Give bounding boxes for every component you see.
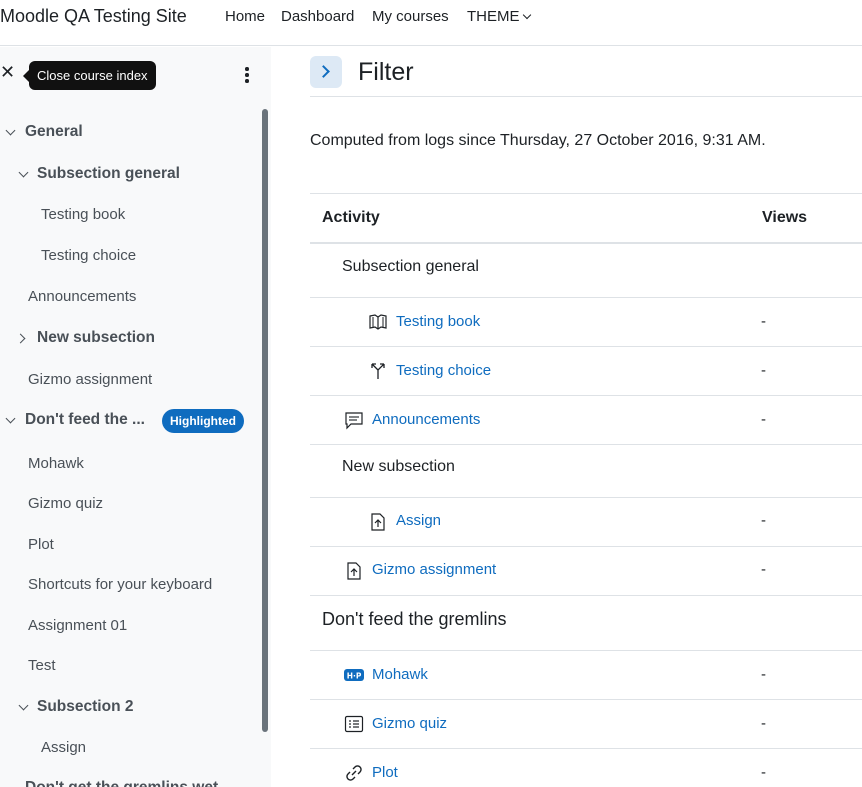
- navbar: Moodle QA Testing Site Home Dashboard My…: [0, 0, 862, 46]
- table-row-section: Don't feed the gremlins: [322, 609, 507, 629]
- course-index-subsection-general[interactable]: Subsection general: [37, 165, 180, 183]
- chevron-down-icon[interactable]: [5, 125, 16, 136]
- course-index-item-gizmo-quiz[interactable]: Gizmo quiz: [28, 495, 103, 512]
- views-count: -: [761, 362, 766, 379]
- activity-link-announcements[interactable]: Announcements: [372, 411, 480, 428]
- computed-from-logs-text: Computed from logs since Thursday, 27 Oc…: [310, 132, 766, 149]
- course-index-item-assign[interactable]: Assign: [41, 739, 86, 756]
- divider: [310, 297, 862, 298]
- divider: [310, 650, 862, 651]
- views-count: -: [761, 512, 766, 529]
- page-title: Filter: [358, 58, 414, 86]
- divider: [310, 444, 862, 445]
- course-index-item-gizmo-assignment[interactable]: Gizmo assignment: [28, 371, 152, 388]
- course-index-item-plot[interactable]: Plot: [28, 536, 54, 553]
- link-icon: [346, 765, 362, 781]
- assign-icon: [371, 513, 385, 531]
- divider: [310, 748, 862, 749]
- views-count: -: [761, 411, 766, 428]
- views-count: -: [761, 715, 766, 732]
- activity-link-gizmo-quiz[interactable]: Gizmo quiz: [372, 715, 447, 732]
- views-count: -: [761, 313, 766, 330]
- site-name[interactable]: Moodle QA Testing Site: [0, 6, 187, 27]
- chevron-right-icon[interactable]: [15, 333, 26, 344]
- kebab-menu-icon[interactable]: [240, 67, 254, 87]
- divider: [310, 497, 862, 498]
- chevron-down-icon[interactable]: [18, 167, 29, 178]
- chevron-right-icon: [317, 65, 330, 78]
- views-count: -: [761, 764, 766, 781]
- divider: [310, 96, 862, 97]
- course-index-item-test[interactable]: Test: [28, 657, 56, 674]
- course-index-item-mohawk[interactable]: Mohawk: [28, 455, 84, 472]
- divider: [310, 395, 862, 396]
- column-header-activity[interactable]: Activity: [322, 209, 380, 227]
- divider: [310, 546, 862, 547]
- activity-link-mohawk[interactable]: Mohawk: [372, 666, 428, 683]
- course-index-section-general[interactable]: General: [25, 123, 83, 141]
- divider: [310, 699, 862, 700]
- column-header-views[interactable]: Views: [762, 209, 807, 227]
- course-index-drawer: ✕ Close course index General Subsection …: [0, 47, 271, 787]
- scrollbar[interactable]: [262, 109, 268, 732]
- h5p-icon: H·P: [344, 669, 364, 681]
- table-row-subsection: New subsection: [342, 458, 455, 475]
- filter-toggle-button[interactable]: [310, 56, 342, 88]
- chevron-down-icon: [522, 10, 531, 20]
- views-count: -: [761, 666, 766, 683]
- svg-text:H·P: H·P: [347, 672, 362, 681]
- activity-link-testing-choice[interactable]: Testing choice: [396, 362, 491, 379]
- activity-link-assign[interactable]: Assign: [396, 512, 441, 529]
- course-index-item-testing-choice[interactable]: Testing choice: [41, 247, 136, 264]
- forum-icon: [345, 412, 363, 430]
- divider: [310, 242, 862, 244]
- nav-theme-label: THEME: [467, 8, 520, 25]
- course-index-subsection-new[interactable]: New subsection: [37, 329, 155, 347]
- nav-dashboard[interactable]: Dashboard: [281, 8, 354, 25]
- choice-icon: [371, 363, 385, 379]
- course-index-item-shortcuts[interactable]: Shortcuts for your keyboard: [28, 576, 212, 593]
- book-icon: [369, 314, 387, 330]
- table-row-subsection: Subsection general: [342, 258, 479, 275]
- activity-link-gizmo-assignment[interactable]: Gizmo assignment: [372, 561, 496, 578]
- close-icon[interactable]: ✕: [0, 63, 15, 81]
- divider: [310, 193, 862, 194]
- quiz-icon: [344, 715, 364, 733]
- nav-my-courses[interactable]: My courses: [372, 8, 449, 25]
- activity-link-testing-book[interactable]: Testing book: [396, 313, 480, 330]
- chevron-down-icon[interactable]: [5, 413, 16, 424]
- nav-home[interactable]: Home: [225, 8, 265, 25]
- divider: [310, 346, 862, 347]
- views-count: -: [761, 561, 766, 578]
- course-index-section-dont-feed[interactable]: Don't feed the ...: [25, 411, 145, 429]
- course-index-item-testing-book[interactable]: Testing book: [41, 206, 125, 223]
- course-index-subsection-2[interactable]: Subsection 2: [37, 698, 133, 716]
- assign-icon: [347, 562, 361, 580]
- course-index-section-dont-get-wet[interactable]: Don't get the gremlins wet: [25, 779, 218, 787]
- close-course-index-tooltip: Close course index: [23, 61, 156, 90]
- course-index-item-assignment-01[interactable]: Assignment 01: [28, 617, 127, 634]
- activity-link-plot[interactable]: Plot: [372, 764, 398, 781]
- highlighted-badge: Highlighted: [162, 409, 244, 433]
- course-index-item-announcements[interactable]: Announcements: [28, 288, 136, 305]
- divider: [310, 595, 862, 596]
- nav-theme[interactable]: THEME: [467, 8, 531, 25]
- chevron-down-icon[interactable]: [18, 700, 29, 711]
